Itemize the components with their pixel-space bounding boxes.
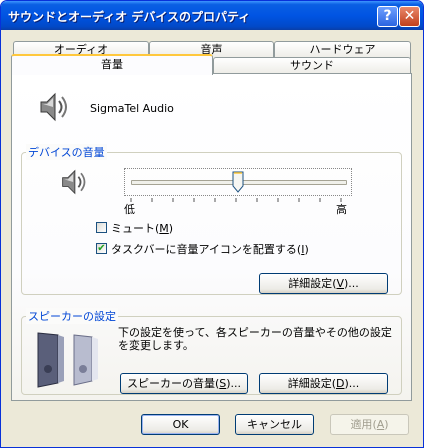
speaker-advanced-button[interactable]: 詳細設定(D)... — [259, 373, 388, 394]
mute-checkbox[interactable] — [96, 222, 107, 233]
slider-low-label: 低 — [124, 203, 135, 216]
device-volume-label: デバイスの音量 — [26, 144, 107, 160]
speaker-settings-label: スピーカーの設定 — [26, 308, 118, 324]
title-bar[interactable]: サウンドとオーディオ デバイスのプロパティ ? ✕ — [1, 1, 423, 30]
device-name: SigmaTel Audio — [90, 102, 174, 115]
cancel-button[interactable]: キャンセル — [235, 414, 314, 435]
apply-button[interactable]: 適用(A) — [330, 414, 409, 435]
ok-button[interactable]: OK — [141, 414, 220, 435]
tab-volume[interactable]: 音量 — [11, 54, 213, 75]
speaker-icon — [40, 92, 67, 122]
device-advanced-button[interactable]: 詳細設定(V)... — [259, 273, 388, 294]
close-button[interactable]: ✕ — [399, 6, 420, 27]
mute-label[interactable]: ミュート(M) — [111, 220, 173, 236]
properties-window: サウンドとオーディオ デバイスのプロパティ ? ✕ オーディオ 音声 ハードウェ… — [0, 0, 424, 448]
help-button[interactable]: ? — [377, 6, 398, 27]
taskbar-icon-label[interactable]: タスクバーに音量アイコンを配置する(I) — [111, 241, 309, 257]
volume-speaker-icon — [62, 169, 86, 195]
slider-ticks — [130, 198, 342, 202]
taskbar-icon-checkbox[interactable]: ✔ — [96, 243, 107, 254]
slider-thumb[interactable] — [232, 171, 244, 193]
speaker-description: 下の設定を使って、各スピーカーの音量やその他の設定を変更します。 — [118, 326, 392, 352]
speakers-icon — [37, 332, 98, 388]
window-title: サウンドとオーディオ デバイスのプロパティ — [8, 10, 251, 24]
volume-tab-panel: SigmaTel Audio デバイスの音量 低 高 ミュート(M) ✔ タスク… — [11, 73, 412, 401]
slider-high-label: 高 — [336, 203, 347, 216]
speaker-volume-button[interactable]: スピーカーの音量(S)... — [120, 373, 248, 394]
volume-slider[interactable] — [124, 168, 352, 196]
